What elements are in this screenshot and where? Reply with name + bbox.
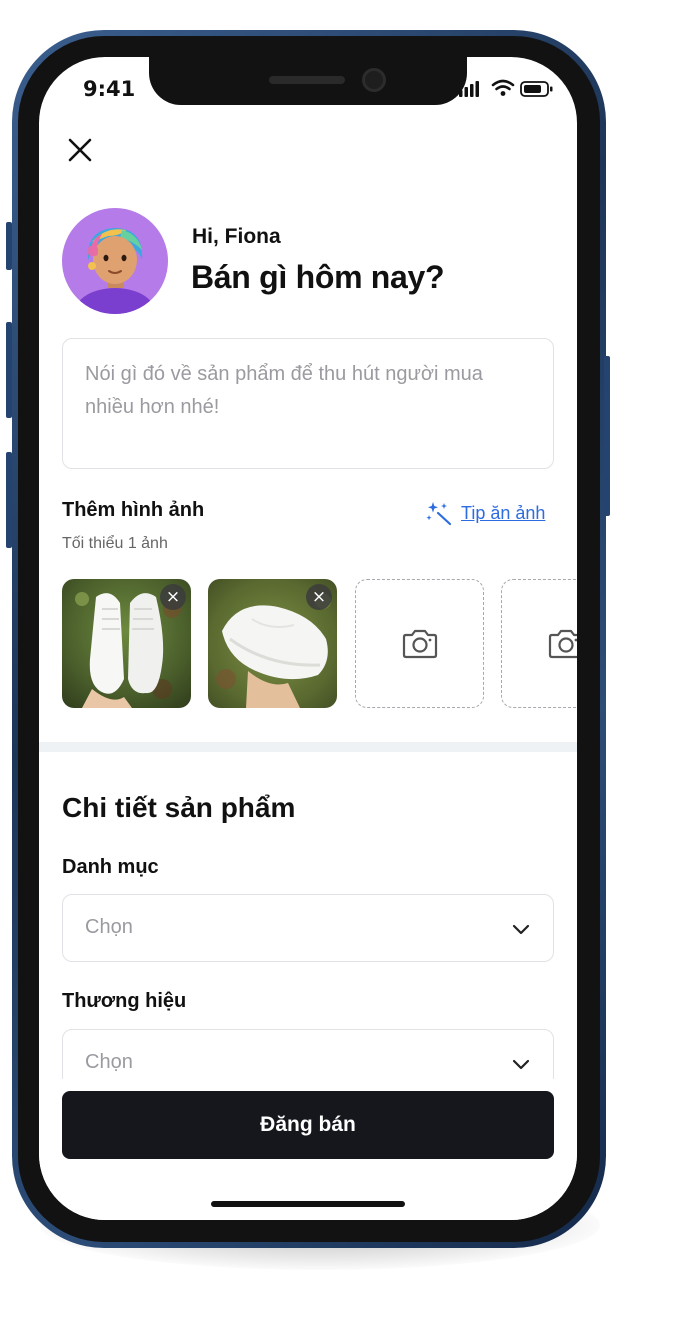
power-button: [604, 356, 610, 516]
close-button[interactable]: [65, 135, 95, 165]
notch: [149, 57, 467, 105]
speaker: [269, 76, 345, 84]
photos-subtitle: Tối thiểu 1 ảnh: [62, 535, 168, 552]
chevron-down-icon: [512, 1059, 530, 1070]
chevron-down-icon: [512, 924, 530, 935]
app-screen: 9:41 Hi, Fiona Bán gì hôm nay? Nói gì đó…: [39, 57, 577, 1220]
photo-tip-label: Tip ăn ảnh: [461, 502, 546, 523]
sparkle-wand-icon: [426, 502, 452, 526]
description-placeholder: Nói gì đó về sản phẩm để thu hút người m…: [85, 363, 483, 418]
details-title: Chi tiết sản phẩm: [62, 792, 296, 823]
photo-thumbnail-2[interactable]: ×: [208, 579, 337, 708]
greeting: Hi, Fiona: [192, 225, 281, 248]
add-photo-slot-2[interactable]: [501, 579, 577, 708]
front-camera: [362, 68, 386, 92]
mute-switch: [6, 222, 12, 270]
bottom-action-bar: Đăng bán: [39, 1079, 577, 1220]
status-time: 9:41: [83, 77, 136, 101]
signal-wifi-battery-icon: [459, 79, 553, 97]
avatar-illustration: [75, 228, 155, 314]
remove-photo-button-2[interactable]: ×: [306, 584, 332, 610]
status-icons: [459, 77, 559, 101]
category-select[interactable]: Chọn: [62, 894, 554, 962]
submit-button[interactable]: Đăng bán: [62, 1091, 554, 1159]
page-title: Bán gì hôm nay?: [191, 259, 445, 295]
camera-icon: [548, 629, 577, 658]
volume-up-button: [6, 322, 12, 418]
photo-tip-link[interactable]: Tip ăn ảnh: [425, 500, 545, 526]
category-label: Danh mục: [62, 856, 159, 878]
close-icon: [68, 138, 92, 162]
brand-label: Thương hiệu: [62, 990, 187, 1012]
add-photo-slot-1[interactable]: [355, 579, 484, 708]
camera-icon: [402, 629, 437, 658]
remove-photo-button-1[interactable]: ×: [160, 584, 186, 610]
section-divider: [39, 742, 577, 752]
photo-thumbnail-1[interactable]: ×: [62, 579, 191, 708]
home-indicator[interactable]: [211, 1201, 405, 1207]
description-input[interactable]: Nói gì đó về sản phẩm để thu hút người m…: [62, 338, 554, 469]
avatar: [62, 208, 168, 314]
photos-title: Thêm hình ảnh: [62, 499, 205, 521]
category-select-value: Chọn: [85, 916, 133, 938]
volume-down-button: [6, 452, 12, 548]
brand-select-value: Chọn: [85, 1051, 133, 1073]
